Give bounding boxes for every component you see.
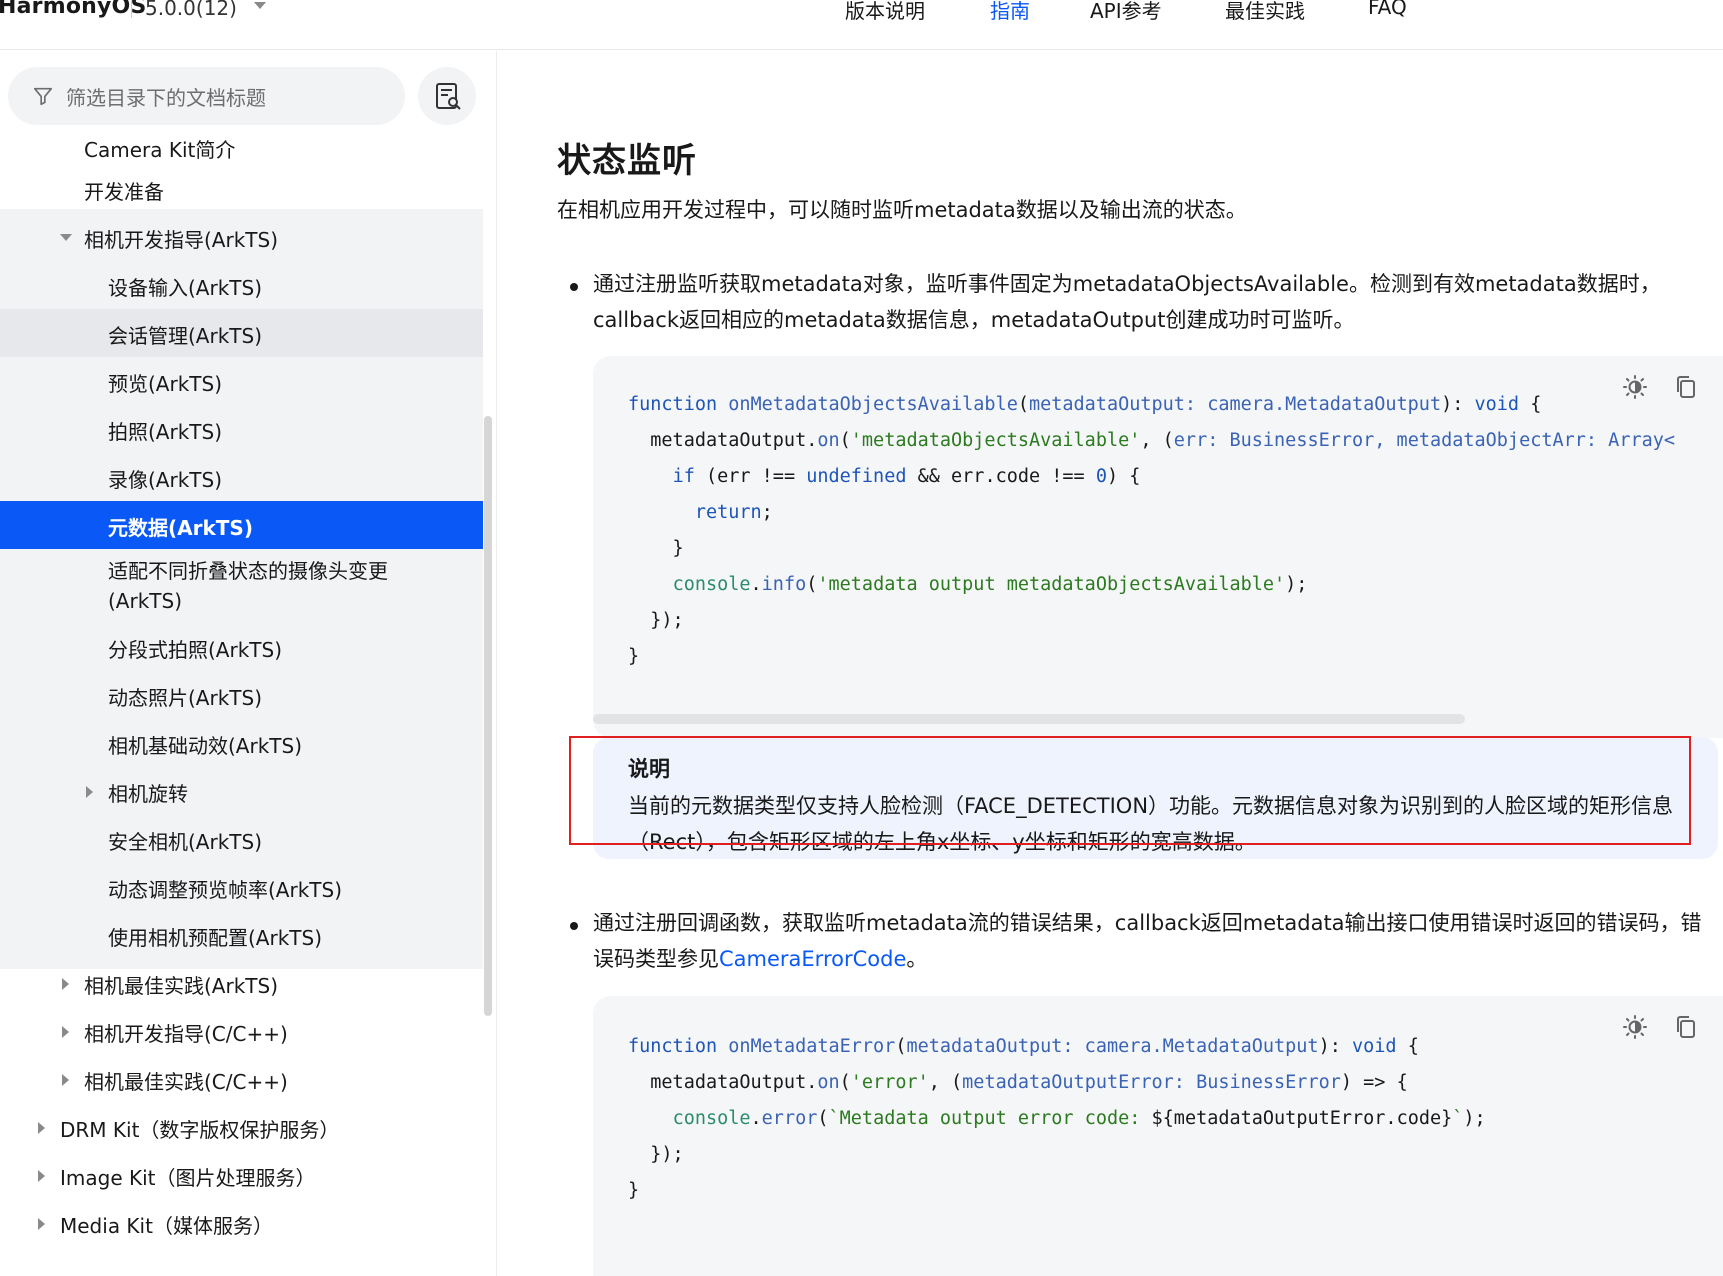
caret-right-icon[interactable] <box>62 1074 69 1086</box>
brand-logo[interactable]: HarmonyOS <box>0 0 147 19</box>
sidebar: 筛选目录下的文档标题 Camera Kit简介 开发准备 相机开发指导(ArkT… <box>0 51 497 1276</box>
filter-input[interactable]: 筛选目录下的文档标题 <box>8 67 405 125</box>
note-box: 说明 当前的元数据类型仅支持人脸检测（FACE_DETECTION）功能。元数据… <box>593 737 1718 859</box>
tree-item[interactable]: 相机旋转 <box>0 767 483 815</box>
code-line: metadataOutput.on('metadataObjectsAvaila… <box>628 430 1676 451</box>
caret-right-icon[interactable] <box>38 1122 45 1134</box>
code-line: } <box>628 538 684 559</box>
tree-item[interactable]: 相机开发指导(ArkTS) <box>0 213 483 261</box>
copy-icon[interactable] <box>1673 1014 1699 1040</box>
version-divider <box>131 0 132 18</box>
filter-placeholder: 筛选目录下的文档标题 <box>66 86 266 110</box>
caret-right-icon[interactable] <box>62 1026 69 1038</box>
bullet-text: 通过注册监听获取metadata对象，监听事件固定为metadataObject… <box>593 272 1661 332</box>
code-line: function onMetadataObjectsAvailable(meta… <box>628 394 1542 415</box>
tree-item[interactable]: 安全相机(ArkTS) <box>0 815 483 863</box>
tree-item[interactable]: 动态调整预览帧率(ArkTS) <box>0 863 483 911</box>
code-line: } <box>628 646 640 667</box>
caret-down-icon[interactable] <box>60 234 72 241</box>
bullet-dot <box>570 922 578 930</box>
tree-item[interactable]: 相机开发指导(C/C++) <box>0 1007 483 1055</box>
section-heading: 状态监听 <box>557 141 697 181</box>
caret-right-icon[interactable] <box>38 1170 45 1182</box>
tree-item[interactable]: 相机最佳实践(C/C++) <box>0 1055 483 1103</box>
nav-guide[interactable]: 指南 <box>990 0 1030 24</box>
caret-right-icon[interactable] <box>62 978 69 990</box>
caret-right-icon[interactable] <box>86 786 93 798</box>
tree-item[interactable]: 会话管理(ArkTS) <box>0 309 483 357</box>
tree-item-active[interactable]: 元数据(ArkTS) <box>0 501 483 549</box>
theme-toggle-icon[interactable] <box>1622 1014 1648 1040</box>
code-line: console.info('metadata output metadataOb… <box>672 574 1308 595</box>
tree-item[interactable]: DRM Kit（数字版权保护服务） <box>0 1103 483 1151</box>
chevron-down-icon[interactable] <box>254 2 266 9</box>
code-line: if (err !== undefined && err.code !== 0)… <box>672 466 1141 487</box>
nav-best-practices[interactable]: 最佳实践 <box>1225 0 1305 24</box>
sidebar-scrollbar[interactable] <box>484 416 492 1016</box>
caret-right-icon[interactable] <box>38 1218 45 1230</box>
code-line: metadataOutput.on('error', (metadataOutp… <box>628 1072 1408 1093</box>
filter-icon <box>33 87 53 106</box>
note-text: 当前的元数据类型仅支持人脸检测（FACE_DETECTION）功能。元数据信息对… <box>628 794 1674 854</box>
code-line: function onMetadataError(metadataOutput:… <box>628 1036 1419 1057</box>
tree-item[interactable]: 相机最佳实践(ArkTS) <box>0 959 483 1007</box>
theme-toggle-icon[interactable] <box>1622 374 1648 400</box>
tree-item[interactable]: 使用相机预配置(ArkTS) <box>0 911 483 959</box>
code-line: return; <box>694 502 773 523</box>
code-line: }); <box>628 1144 684 1165</box>
document-search-icon <box>436 83 461 110</box>
tree-item[interactable]: 设备输入(ArkTS) <box>0 261 483 309</box>
tree-item[interactable]: 动态照片(ArkTS) <box>0 671 483 719</box>
main-content: 状态监听 在相机应用开发过程中，可以随时监听metadata数据以及输出流的状态… <box>498 51 1723 1276</box>
tree-item[interactable]: Image Kit（图片处理服务） <box>0 1151 483 1199</box>
tree-item[interactable]: 分段式拍照(ArkTS) <box>0 623 483 671</box>
code-block: function onMetadataObjectsAvailable(meta… <box>593 356 1723 738</box>
nav-api-reference[interactable]: API参考 <box>1090 0 1162 24</box>
copy-icon[interactable] <box>1673 374 1699 400</box>
intro-paragraph: 在相机应用开发过程中，可以随时监听metadata数据以及输出流的状态。 <box>557 198 1247 222</box>
code-line: console.error(`Metadata output error cod… <box>672 1108 1486 1129</box>
tree-item[interactable]: 录像(ArkTS) <box>0 453 483 501</box>
nav-release-notes[interactable]: 版本说明 <box>845 0 925 24</box>
tree-item[interactable]: Camera Kit简介 <box>0 123 483 171</box>
note-title: 说明 <box>628 757 670 781</box>
tree-item[interactable]: 拍照(ArkTS) <box>0 405 483 453</box>
tree-item[interactable]: 开发准备 <box>0 165 483 213</box>
camera-error-code-link[interactable]: CameraErrorCode <box>719 947 906 971</box>
tree-item[interactable]: Media Kit（媒体服务） <box>0 1199 483 1247</box>
nav-faq[interactable]: FAQ <box>1368 0 1407 19</box>
bullet-dot <box>570 283 578 291</box>
top-bar: HarmonyOS 5.0.0(12) 版本说明 指南 API参考 最佳实践 F… <box>0 0 1723 50</box>
version-selector[interactable]: 5.0.0(12) <box>145 0 237 20</box>
tree-item[interactable]: 适配不同折叠状态的摄像头变更(ArkTS) <box>0 549 483 623</box>
code-line: }); <box>628 610 684 631</box>
tree-item[interactable]: 预览(ArkTS) <box>0 357 483 405</box>
code-horizontal-scrollbar[interactable] <box>593 714 1465 724</box>
document-search-button[interactable] <box>418 67 476 125</box>
tree-item[interactable]: 相机基础动效(ArkTS) <box>0 719 483 767</box>
code-block: function onMetadataError(metadataOutput:… <box>593 996 1723 1276</box>
code-line: } <box>628 1180 640 1201</box>
bullet-text: 通过注册回调函数，获取监听metadata流的错误结果，callback返回me… <box>593 911 1702 971</box>
